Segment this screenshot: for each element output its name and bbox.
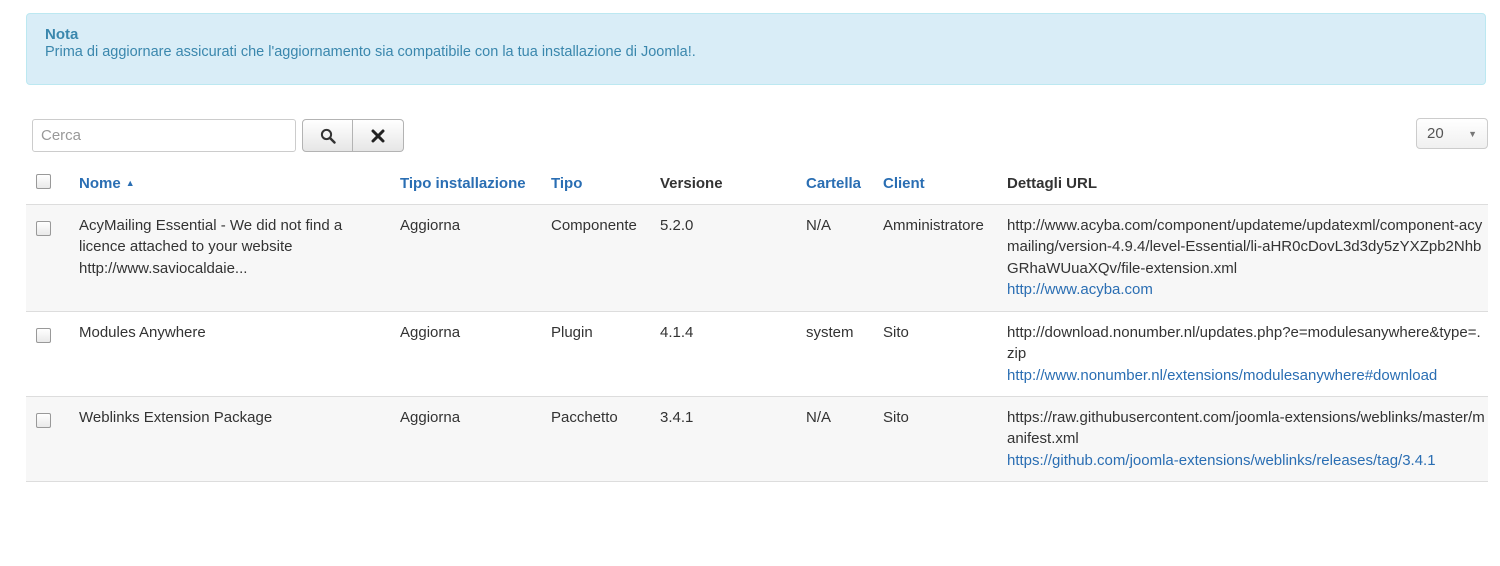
table-header-row: Nome ▲ Tipo installazione Tipo Versione C…	[26, 163, 1488, 205]
search-icon	[320, 128, 336, 144]
details-url-cell: https://raw.githubusercontent.com/joomla…	[1007, 396, 1488, 482]
details-url-cell: http://www.acyba.com/component/updateme/…	[1007, 204, 1488, 312]
details-url-cell: http://download.nonumber.nl/updates.php?…	[1007, 311, 1488, 397]
list-limit-value: 20	[1427, 125, 1444, 142]
sort-folder-link[interactable]: Cartella	[806, 175, 861, 192]
clear-search-button[interactable]	[353, 119, 404, 152]
alert-message: Prima di aggiornare assicurati che l'agg…	[45, 44, 696, 60]
updates-table: Nome ▲ Tipo installazione Tipo Versione C…	[26, 163, 1488, 482]
search-input[interactable]	[32, 119, 296, 152]
extension-name: AcyMailing Essential - We did not find a…	[79, 204, 400, 312]
info-url-link[interactable]: https://github.com/joomla-extensions/web…	[1007, 452, 1436, 469]
header-version: Versione	[660, 163, 806, 205]
chevron-down-icon: ▼	[1468, 129, 1477, 139]
extension-folder: N/A	[806, 204, 883, 312]
row-checkbox[interactable]	[36, 328, 51, 343]
row-checkbox[interactable]	[36, 413, 51, 428]
header-type: Tipo	[551, 163, 660, 205]
table-row: Modules Anywhere Aggiorna Plugin 4.1.4 s…	[26, 311, 1488, 397]
sort-client-link[interactable]: Client	[883, 175, 925, 192]
extension-client: Amministratore	[883, 204, 1007, 312]
info-url-link[interactable]: http://www.acyba.com	[1007, 281, 1153, 298]
header-details-url: Dettagli URL	[1007, 163, 1488, 205]
sort-name-link[interactable]: Nome ▲	[79, 175, 135, 192]
sort-install-type-link[interactable]: Tipo installazione	[400, 175, 526, 192]
header-install-type: Tipo installazione	[400, 163, 551, 205]
extension-type: Plugin	[551, 311, 660, 397]
extension-name: Modules Anywhere	[79, 311, 400, 397]
extension-type: Componente	[551, 204, 660, 312]
list-limit-select[interactable]: 20 ▼	[1416, 118, 1488, 149]
select-all-checkbox[interactable]	[36, 174, 51, 189]
search-button-group	[302, 119, 404, 152]
update-note-alert: Nota Prima di aggiornare assicurati che …	[26, 13, 1486, 85]
header-checkbox-cell	[26, 163, 79, 205]
header-folder: Cartella	[806, 163, 883, 205]
extension-folder: system	[806, 311, 883, 397]
search-button[interactable]	[302, 119, 353, 152]
extension-version: 4.1.4	[660, 311, 806, 397]
sort-asc-icon: ▲	[125, 178, 135, 188]
install-type: Aggiorna	[400, 396, 551, 482]
details-url: http://download.nonumber.nl/updates.php?…	[1007, 324, 1481, 363]
extension-version: 5.2.0	[660, 204, 806, 312]
row-checkbox[interactable]	[36, 221, 51, 236]
extension-version: 3.4.1	[660, 396, 806, 482]
alert-heading: Nota	[45, 26, 79, 43]
close-icon	[371, 129, 385, 142]
install-type: Aggiorna	[400, 204, 551, 312]
info-url-link[interactable]: http://www.nonumber.nl/extensions/module…	[1007, 367, 1437, 384]
details-url: https://raw.githubusercontent.com/joomla…	[1007, 409, 1485, 448]
header-client: Client	[883, 163, 1007, 205]
extension-client: Sito	[883, 311, 1007, 397]
sort-type-link[interactable]: Tipo	[551, 175, 582, 192]
details-url: http://www.acyba.com/component/updateme/…	[1007, 217, 1483, 277]
extension-client: Sito	[883, 396, 1007, 482]
header-name: Nome ▲	[79, 163, 400, 205]
install-type: Aggiorna	[400, 311, 551, 397]
extension-name: Weblinks Extension Package	[79, 396, 400, 482]
table-row: Weblinks Extension Package Aggiorna Pacc…	[26, 396, 1488, 482]
extension-type: Pacchetto	[551, 396, 660, 482]
table-row: AcyMailing Essential - We did not find a…	[26, 204, 1488, 312]
extension-folder: N/A	[806, 396, 883, 482]
